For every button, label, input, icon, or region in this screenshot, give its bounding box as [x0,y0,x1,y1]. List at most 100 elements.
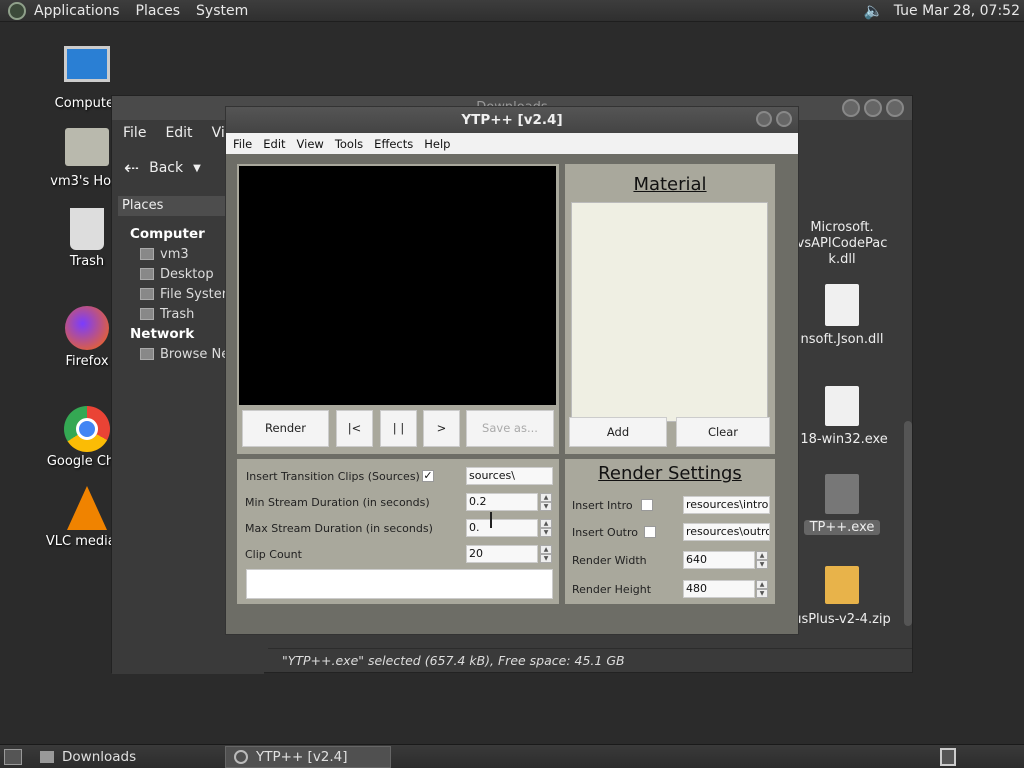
workspace-switcher[interactable] [940,747,956,766]
places-menu[interactable]: Places [136,3,181,19]
sidebar-item-label: Trash [160,306,195,322]
insert-intro-label: Insert Intro [572,499,633,512]
render-width-label: Render Width [572,554,647,567]
computer-icon [64,46,110,82]
max-stream-duration-label: Max Stream Duration (in seconds) [245,522,433,535]
network-icon [140,348,154,360]
menu-help[interactable]: Help [424,137,450,151]
taskbar-item-label: YTP++ [v2.4] [256,748,348,765]
render-height-stepper[interactable]: ▲ ▼ [756,580,768,598]
outro-path-field[interactable]: resources\outro. [683,523,770,541]
taskbar-item-downloads[interactable]: Downloads [32,746,197,768]
sidebar-item-label: Desktop [160,266,214,282]
insert-outro-label: Insert Outro [572,526,638,539]
file-item[interactable]: .18-win32.exe [782,386,902,447]
material-panel: Material Add Clear [565,164,775,454]
clock[interactable]: Tue Mar 28, 07:52 [894,3,1020,19]
folder-icon [40,750,54,763]
menu-effects[interactable]: Effects [374,137,413,151]
save-as-button[interactable]: Save as... [466,410,554,447]
file-item[interactable]: usPlus-v2-4.zip [782,566,902,627]
sidebar-item-label: Browse Ne [160,346,230,362]
render-width-stepper[interactable]: ▲ ▼ [756,551,768,569]
file-name: .18-win32.exe [796,432,888,447]
applications-menu[interactable]: Applications [34,3,120,19]
material-title: Material [633,174,707,195]
maximize-button[interactable] [864,99,882,117]
clip-count-label: Clip Count [245,548,302,561]
intro-path-field[interactable]: resources\intro.r [683,496,770,514]
render-height-input[interactable]: 480 [683,580,755,598]
chevron-down-icon[interactable]: ▼ [193,163,201,174]
clip-count-input[interactable]: 20 [466,545,538,563]
minimize-button[interactable] [842,99,860,117]
scrollbar[interactable] [904,226,912,636]
menu-view[interactable]: View [297,137,324,151]
play-button[interactable]: > [423,410,460,447]
render-width-input[interactable]: 640 [683,551,755,569]
scrollbar-thumb[interactable] [904,421,912,626]
ytp-app-icon [234,749,248,764]
back-label: Back [149,160,184,176]
insert-intro-checkbox[interactable] [641,499,653,511]
sidebar-item-label: File Syster [160,286,228,302]
material-list[interactable] [571,202,768,422]
places-label: Places [122,198,164,213]
pause-button[interactable]: | | [380,410,417,447]
desktop-icon-label: Firefox [65,354,109,369]
file-item[interactable]: Microsoft. vsAPICodePac k.dll [782,204,902,268]
log-output-box[interactable] [246,569,553,599]
chrome-icon [64,406,110,452]
file-name: usPlus-v2-4.zip [793,612,891,627]
drive-icon [140,288,154,300]
insert-transition-label: Insert Transition Clips (Sources) [246,470,420,483]
file-item[interactable]: nsoft.Json.dll [782,284,902,347]
menu-edit[interactable]: Edit [165,125,192,141]
render-settings-title: Render Settings [598,463,742,484]
file-item-selected[interactable]: TP++.exe [782,474,902,535]
menu-edit[interactable]: Edit [263,137,285,151]
min-stream-duration-stepper[interactable]: ▲ ▼ [540,493,552,511]
menu-file[interactable]: File [233,137,252,151]
gnome-foot-icon[interactable] [8,1,26,20]
exe-icon [825,474,859,514]
status-bar: "YTP++.exe" selected (657.4 kB), Free sp… [268,648,912,672]
ytp-titlebar[interactable]: YTP++ [v2.4] [226,107,798,133]
volume-icon[interactable]: 🔈 [864,1,884,20]
min-stream-duration-label: Min Stream Duration (in seconds) [245,496,430,509]
zip-icon [825,566,859,604]
close-button[interactable] [886,99,904,117]
close-button[interactable] [776,111,792,127]
max-stream-duration-stepper[interactable]: ▲ ▼ [540,519,552,537]
file-name: Microsoft. vsAPICodePac k.dll [796,220,888,267]
vlc-icon [67,486,107,530]
add-material-button[interactable]: Add [569,417,667,447]
bottom-panel: Downloads YTP++ [v2.4] [0,744,1024,768]
settings-panel: Insert Transition Clips (Sources) ✓ sour… [237,459,559,604]
trash-icon [140,308,154,320]
system-menu[interactable]: System [196,3,248,19]
back-button[interactable]: ⇠ Back ▼ [124,158,201,179]
show-desktop-icon[interactable] [4,748,22,765]
insert-transition-checkbox[interactable]: ✓ [422,470,434,482]
preview-panel: Render |< | | > Save as... [237,164,559,454]
clip-count-stepper[interactable]: ▲ ▼ [540,545,552,563]
menu-file[interactable]: File [123,125,146,141]
render-settings-panel: Render Settings Insert Intro resources\i… [565,459,775,604]
file-icon [825,284,859,326]
transition-sources-field[interactable]: sources\ [466,467,553,485]
ytp-window: YTP++ [v2.4] File Edit View Tools Effect… [225,106,799,635]
max-stream-duration-input[interactable]: 0. [466,519,538,537]
video-preview [239,166,556,405]
skip-to-start-button[interactable]: |< [336,410,373,447]
render-button[interactable]: Render [242,410,329,447]
min-stream-duration-input[interactable]: 0.2 [466,493,538,511]
insert-outro-checkbox[interactable] [644,526,656,538]
clear-material-button[interactable]: Clear [676,417,770,447]
desktop-icon [140,268,154,280]
file-manager-menubar: File Edit Vie [112,120,241,146]
taskbar-item-ytp[interactable]: YTP++ [v2.4] [225,745,391,768]
desktop-icon-label: Computer [54,96,120,111]
minimize-button[interactable] [756,111,772,127]
menu-tools[interactable]: Tools [335,137,363,151]
